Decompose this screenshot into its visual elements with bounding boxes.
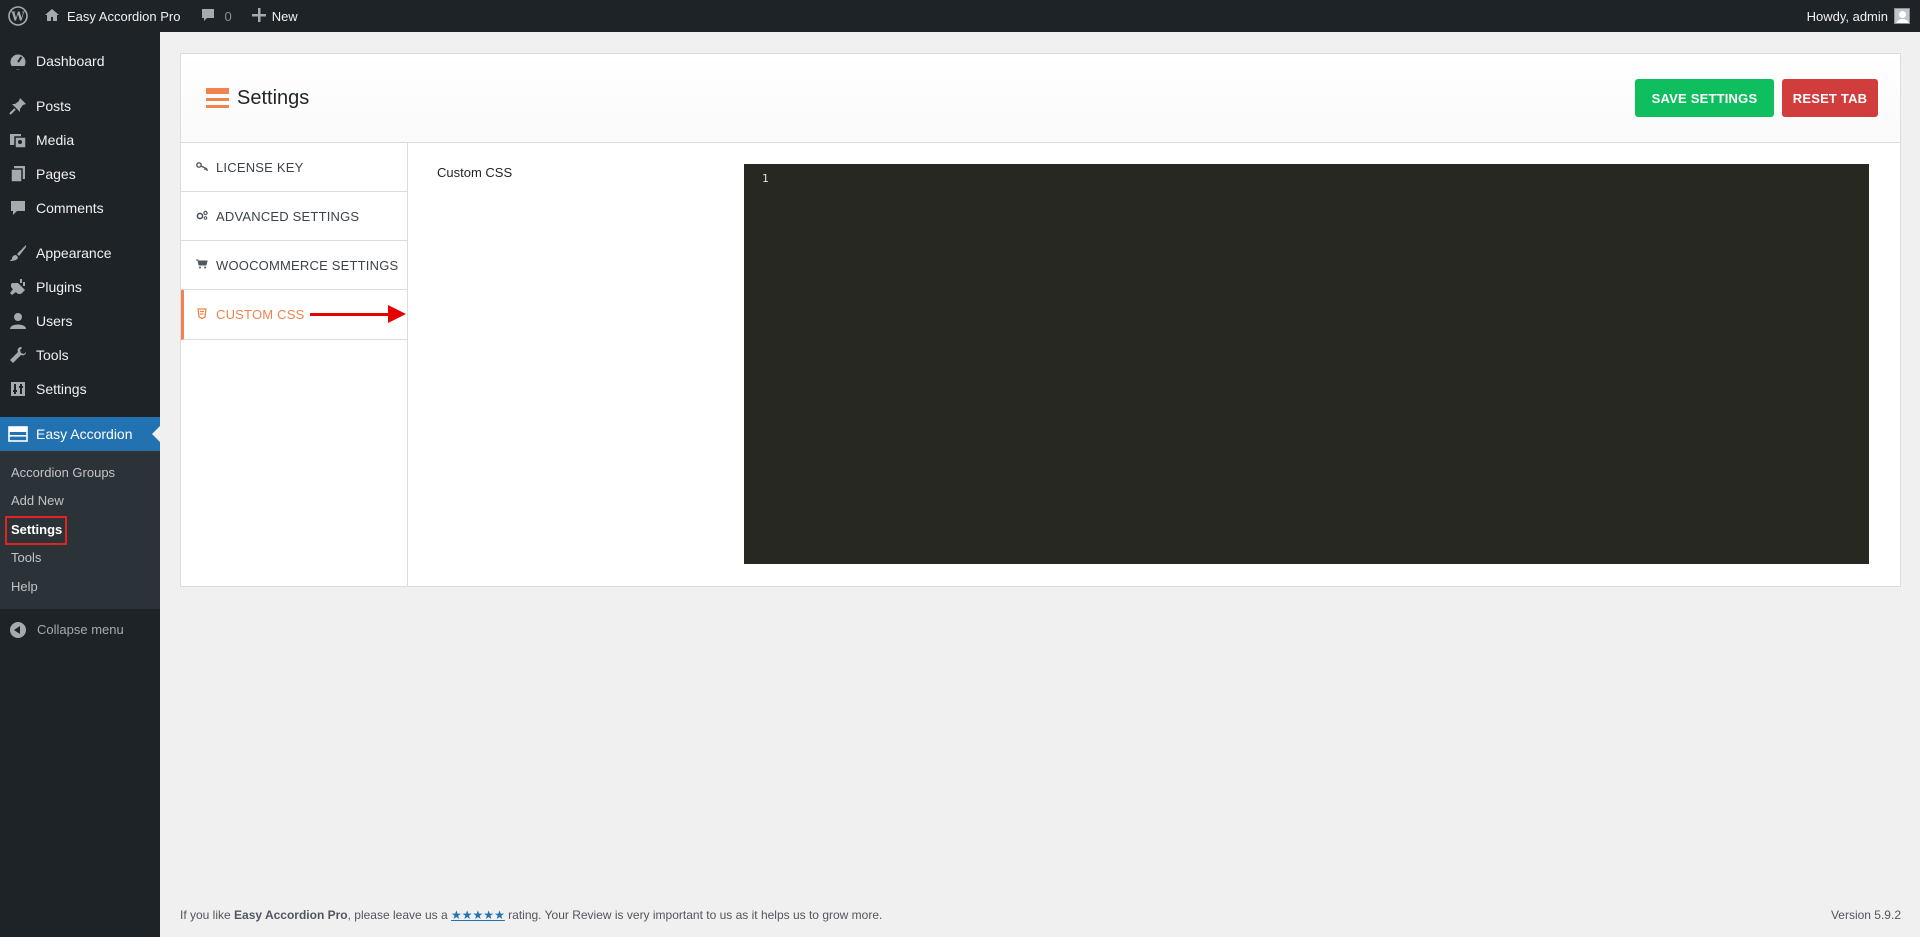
collapse-menu-button[interactable]: Collapse menu	[0, 613, 160, 647]
settings-fields: Custom CSS 1	[408, 143, 1900, 586]
css3-icon	[194, 307, 210, 322]
reset-tab-button[interactable]: RESET TAB	[1782, 79, 1878, 117]
menu-item-appearance[interactable]: Appearance	[0, 236, 160, 270]
red-arrow-annotation	[310, 304, 407, 323]
wordpress-logo-icon[interactable]: W	[0, 0, 36, 32]
footer-text: If you like Easy Accordion Pro, please l…	[180, 908, 883, 922]
menu-item-posts[interactable]: Posts	[0, 89, 160, 123]
tab-advanced-settings[interactable]: ADVANCED SETTINGS	[181, 192, 407, 241]
brush-icon	[8, 243, 28, 263]
submenu-settings[interactable]: Settings	[0, 515, 160, 545]
menu-item-easy-accordion[interactable]: Easy Accordion	[0, 417, 160, 451]
cart-icon	[194, 259, 210, 272]
menu-item-settings[interactable]: Settings	[0, 372, 160, 406]
my-account-link[interactable]: Howdy, admin	[1799, 0, 1920, 32]
tab-label: LICENSE KEY	[216, 159, 304, 175]
tab-label: ADVANCED SETTINGS	[216, 208, 360, 224]
user-icon	[8, 311, 28, 331]
footer-plugin-name: Easy Accordion Pro	[234, 908, 348, 922]
plug-icon	[8, 277, 28, 297]
tab-woocommerce-settings[interactable]: WOOCOMMERCE SETTINGS	[181, 241, 407, 290]
menu-item-pages[interactable]: Pages	[0, 157, 160, 191]
plus-icon	[251, 7, 266, 25]
howdy-text: Howdy, admin	[1806, 8, 1888, 24]
new-label: New	[271, 8, 298, 24]
menu-item-users[interactable]: Users	[0, 304, 160, 338]
admin-bar: W Easy Accordion Pro 0 New Howdy, admin	[0, 0, 1920, 32]
submenu-help[interactable]: Help	[0, 572, 160, 601]
highlight-box	[5, 516, 67, 545]
svg-text:W: W	[10, 10, 25, 24]
dashboard-icon	[8, 51, 28, 71]
menu-item-media[interactable]: Media	[0, 123, 160, 157]
custom-css-editor[interactable]: 1	[744, 164, 1869, 564]
pin-icon	[8, 96, 28, 116]
submenu-accordion-groups[interactable]: Accordion Groups	[0, 458, 160, 487]
tab-license-key[interactable]: LICENSE KEY	[181, 143, 407, 192]
collapse-arrow-icon	[10, 621, 26, 638]
tab-custom-css[interactable]: CUSTOM CSS	[181, 290, 407, 340]
editor-gutter: 1	[744, 164, 774, 564]
gears-icon	[194, 210, 210, 223]
tab-label: CUSTOM CSS	[216, 307, 305, 322]
accordion-icon	[8, 424, 28, 444]
key-icon	[194, 161, 210, 174]
line-number: 1	[762, 172, 769, 185]
submenu-tools[interactable]: Tools	[0, 544, 160, 573]
tab-label: WOOCOMMERCE SETTINGS	[216, 257, 399, 273]
save-settings-button[interactable]: SAVE SETTINGS	[1635, 79, 1774, 117]
new-content-link[interactable]: New	[244, 0, 306, 32]
panel-header: Settings SAVE SETTINGS RESET TAB	[181, 54, 1900, 143]
settings-panel: Settings SAVE SETTINGS RESET TAB LICENSE…	[180, 53, 1901, 587]
avatar	[1894, 8, 1910, 24]
easy-accordion-logo-icon	[206, 88, 229, 108]
menu-item-dashboard[interactable]: Dashboard	[0, 44, 160, 78]
page-title: Settings	[237, 86, 310, 109]
settings-icon	[8, 379, 28, 399]
settings-tabs: LICENSE KEY ADVANCED SETTINGS WOOCOMMERC…	[181, 143, 408, 586]
menu-item-comments[interactable]: Comments	[0, 191, 160, 225]
site-name-link[interactable]: Easy Accordion Pro	[36, 0, 188, 32]
site-name: Easy Accordion Pro	[67, 8, 181, 24]
admin-footer: If you like Easy Accordion Pro, please l…	[180, 908, 1901, 922]
menu-item-tools[interactable]: Tools	[0, 338, 160, 372]
home-icon	[44, 7, 60, 26]
rating-stars-link[interactable]: ★★★★★	[451, 908, 505, 922]
easy-accordion-submenu: Accordion Groups Add New Settings Tools …	[0, 451, 160, 609]
submenu-add-new[interactable]: Add New	[0, 487, 160, 516]
comment-icon	[200, 7, 216, 26]
menu-item-plugins[interactable]: Plugins	[0, 270, 160, 304]
comments-count: 0	[224, 8, 232, 24]
collapse-menu-label: Collapse menu	[37, 622, 124, 637]
version-text: Version 5.9.2	[1830, 908, 1901, 922]
admin-sidebar: Dashboard Posts Media Pages Comments App…	[0, 32, 160, 937]
wrench-icon	[8, 345, 28, 365]
comments-link[interactable]: 0	[192, 0, 239, 32]
pages-icon	[8, 164, 28, 184]
custom-css-label: Custom CSS	[437, 165, 513, 180]
media-icon	[8, 130, 28, 150]
comment-icon	[8, 198, 28, 218]
